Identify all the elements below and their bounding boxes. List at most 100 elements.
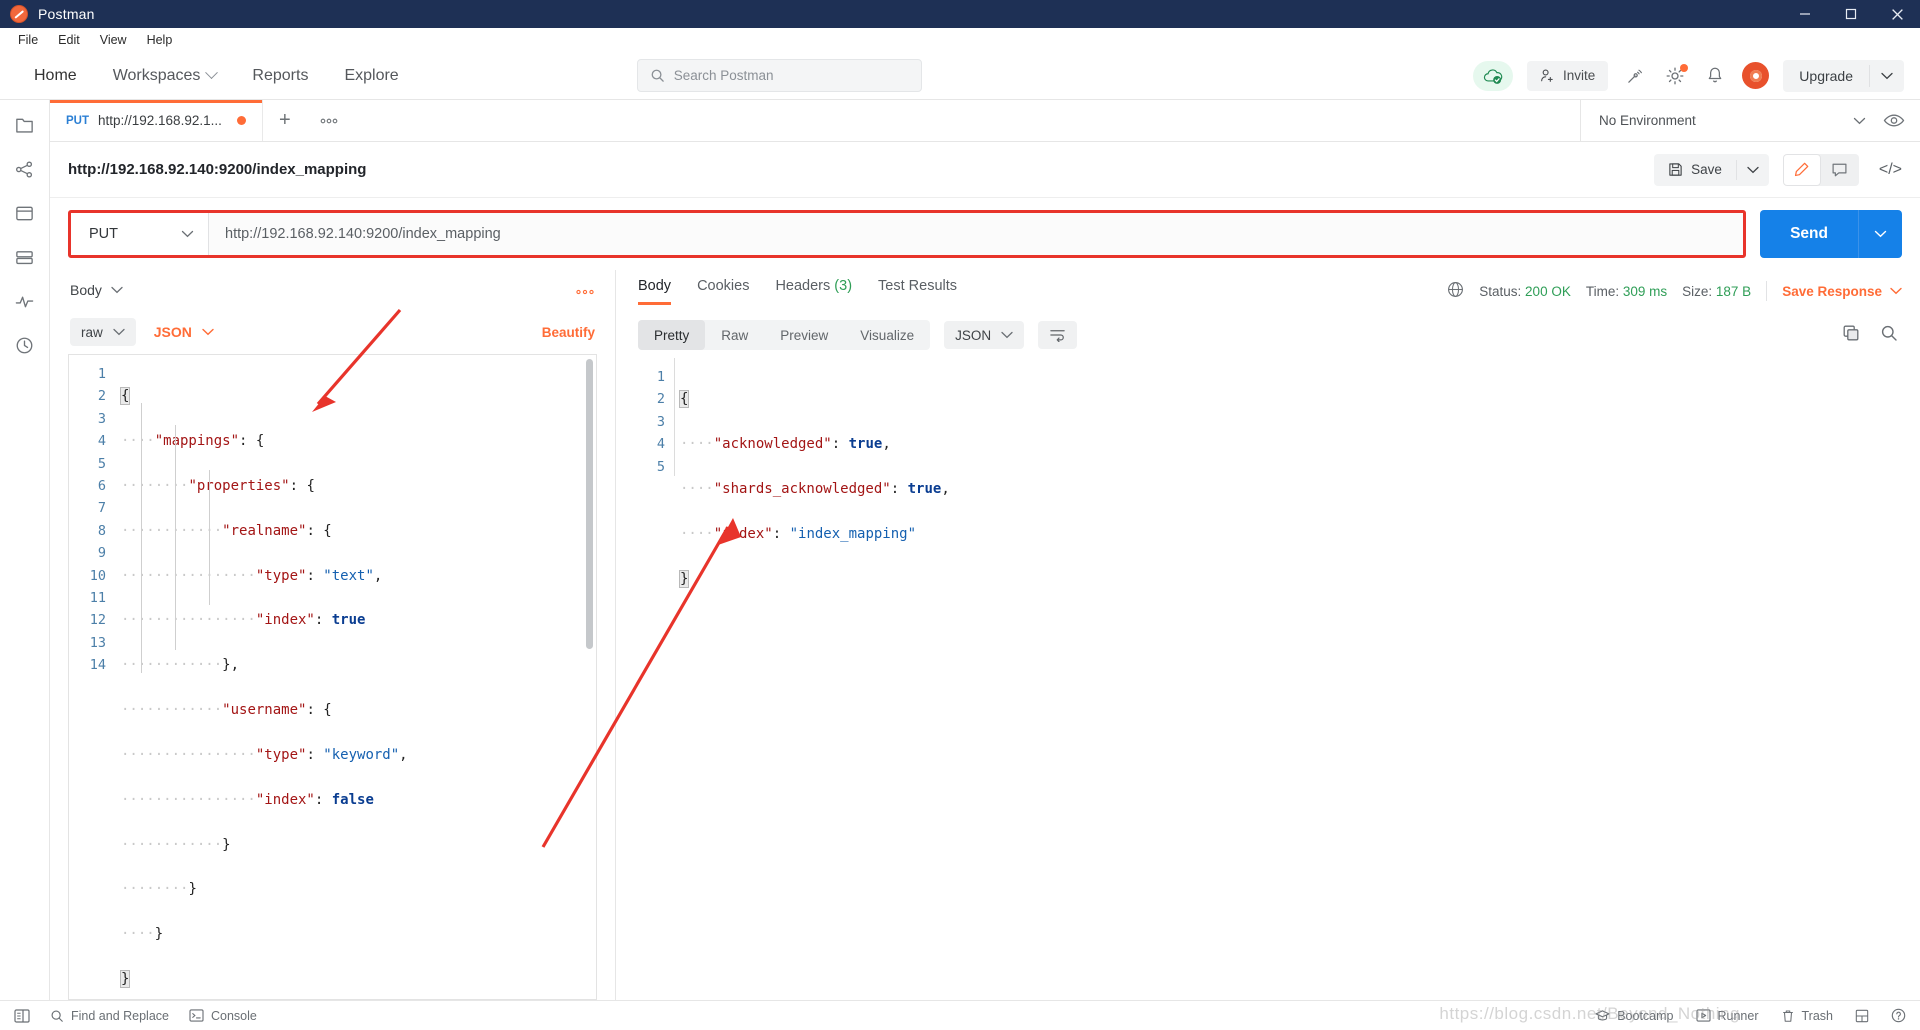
request-body-editor[interactable]: 1234567 8 9 10 11 12 13 14 { ····"mappings": {…: [68, 354, 597, 1000]
save-response-button[interactable]: Save Response: [1782, 284, 1902, 299]
body-options-bar: raw JSON Beautify: [50, 310, 615, 354]
http-method-label: PUT: [89, 226, 118, 242]
menu-file[interactable]: File: [8, 31, 48, 49]
help-circle-icon[interactable]: [1891, 1008, 1906, 1023]
request-body-code[interactable]: { ····"mappings": { ········"properties"…: [115, 355, 596, 999]
history-icon[interactable]: [14, 334, 36, 356]
request-tab[interactable]: PUT http://192.168.92.1...: [50, 100, 263, 141]
eye-icon[interactable]: [1880, 113, 1908, 128]
chevron-down-icon: [111, 286, 123, 294]
nav-home[interactable]: Home: [16, 52, 95, 99]
pencil-icon[interactable]: [1782, 153, 1821, 186]
ellipsis-icon[interactable]: [575, 283, 595, 298]
response-tab-body[interactable]: Body: [638, 277, 672, 305]
trash-icon: [1782, 1009, 1793, 1022]
runner-button[interactable]: Runner: [1695, 1009, 1759, 1023]
status-value: 200 OK: [1525, 283, 1571, 299]
response-meta: Status: 200 OK Time: 309 ms Size: 187 B: [1447, 281, 1920, 301]
save-button[interactable]: Save: [1654, 153, 1769, 186]
environments-icon[interactable]: [14, 202, 36, 224]
tab-method-label: PUT: [66, 114, 89, 127]
word-wrap-icon[interactable]: [1038, 321, 1078, 349]
nav-workspaces[interactable]: Workspaces: [95, 52, 235, 99]
invite-button[interactable]: Invite: [1527, 60, 1609, 91]
view-tab-preview[interactable]: Preview: [764, 320, 844, 350]
bootcamp-label: Bootcamp: [1617, 1008, 1674, 1023]
comment-icon[interactable]: [1821, 154, 1859, 186]
mock-servers-icon[interactable]: [14, 246, 36, 268]
body-section-toggle[interactable]: Body: [70, 282, 123, 298]
find-and-replace-button[interactable]: Find and Replace: [50, 1009, 169, 1023]
menu-edit[interactable]: Edit: [48, 31, 90, 49]
search-input[interactable]: Search Postman: [636, 59, 922, 92]
status-bar-right: Bootcamp Runner Trash: [1595, 1008, 1906, 1023]
bootcamp-button[interactable]: Bootcamp: [1595, 1008, 1674, 1023]
apis-icon[interactable]: [14, 158, 36, 180]
body-format-label: JSON: [153, 324, 192, 340]
beautify-button[interactable]: Beautify: [542, 325, 595, 340]
window-title: Postman: [38, 6, 95, 22]
plus-icon[interactable]: +: [263, 100, 307, 141]
trash-button[interactable]: Trash: [1781, 1009, 1833, 1023]
view-tab-raw[interactable]: Raw: [705, 320, 764, 350]
bell-icon[interactable]: [1702, 63, 1728, 89]
response-tab-headers[interactable]: Headers (3): [775, 278, 852, 305]
chevron-down-icon[interactable]: [1859, 230, 1902, 238]
body-format-select[interactable]: JSON: [154, 324, 214, 340]
response-format-select[interactable]: JSON: [944, 321, 1025, 349]
monitors-icon[interactable]: [14, 290, 36, 312]
request-header: http://192.168.92.140:9200/index_mapping…: [50, 142, 1920, 198]
status-bar: Find and Replace Console Bootcamp Runner: [0, 1000, 1920, 1030]
cloud-check-icon[interactable]: [1473, 60, 1514, 91]
ellipsis-icon[interactable]: [307, 100, 351, 141]
nav-reports[interactable]: Reports: [234, 52, 326, 99]
nav-explore[interactable]: Explore: [326, 52, 416, 99]
response-tab-body-label: Body: [638, 277, 672, 294]
view-tab-visualize[interactable]: Visualize: [844, 320, 930, 350]
sidebar-toggle-icon[interactable]: [14, 1008, 30, 1023]
request-editor-scrollbar[interactable]: [586, 359, 593, 649]
save-button-inner: Save: [1654, 162, 1736, 177]
maximize-icon[interactable]: [1828, 0, 1874, 28]
save-label: Save: [1691, 162, 1722, 177]
response-body-editor[interactable]: 12345 { ····"acknowledged": true, ····"s…: [616, 358, 1920, 1000]
url-input[interactable]: http://192.168.92.140:9200/index_mapping: [209, 213, 1744, 255]
view-tab-pretty[interactable]: Pretty: [638, 320, 706, 350]
gear-icon[interactable]: [1662, 63, 1689, 89]
upgrade-button[interactable]: Upgrade: [1783, 59, 1904, 92]
response-tab-test-results[interactable]: Test Results: [878, 278, 957, 305]
copy-icon[interactable]: [1842, 324, 1860, 347]
http-method-select[interactable]: PUT: [71, 213, 209, 255]
close-icon[interactable]: [1874, 0, 1920, 28]
account-avatar-icon[interactable]: [1742, 62, 1770, 89]
minimize-icon[interactable]: [1782, 0, 1828, 28]
size-value: 187 B: [1715, 283, 1752, 299]
response-tab-cookies[interactable]: Cookies: [697, 278, 749, 305]
chevron-down-icon[interactable]: [1737, 166, 1769, 174]
play-box-icon: [1695, 1009, 1711, 1022]
two-pane-icon[interactable]: [1855, 1009, 1869, 1023]
globe-icon[interactable]: [1447, 281, 1464, 301]
top-navigation: Home Workspaces Reports Explore Search P…: [0, 52, 1920, 100]
work-area: PUT http://192.168.92.1... + No Environm…: [50, 100, 1920, 1000]
console-button[interactable]: Console: [189, 1009, 257, 1023]
search-icon[interactable]: [1880, 324, 1898, 347]
satellite-icon[interactable]: [1622, 63, 1648, 89]
environment-selector[interactable]: No Environment: [1581, 100, 1880, 141]
body-mode-select[interactable]: raw: [70, 318, 136, 346]
chevron-down-icon: [1001, 331, 1013, 339]
code-brackets-icon[interactable]: </>: [1873, 161, 1902, 179]
send-button[interactable]: Send: [1760, 210, 1902, 258]
user-plus-icon: [1541, 69, 1553, 82]
url-bar-highlighted: PUT http://192.168.92.140:9200/index_map…: [68, 210, 1747, 258]
chevron-down-icon[interactable]: [1870, 72, 1904, 80]
menu-help[interactable]: Help: [137, 31, 183, 49]
meta-divider: [1766, 281, 1768, 301]
upgrade-label: Upgrade: [1799, 67, 1853, 84]
collections-icon[interactable]: [14, 114, 36, 136]
window-controls: [1782, 0, 1920, 28]
save-response-label: Save Response: [1782, 283, 1882, 299]
request-response-panels: Body raw JSON Beautify 1 2 3 4 5 6 7 8 9…: [50, 270, 1920, 1000]
menu-view[interactable]: View: [90, 31, 137, 49]
response-size: Size: 187 B: [1682, 284, 1751, 299]
